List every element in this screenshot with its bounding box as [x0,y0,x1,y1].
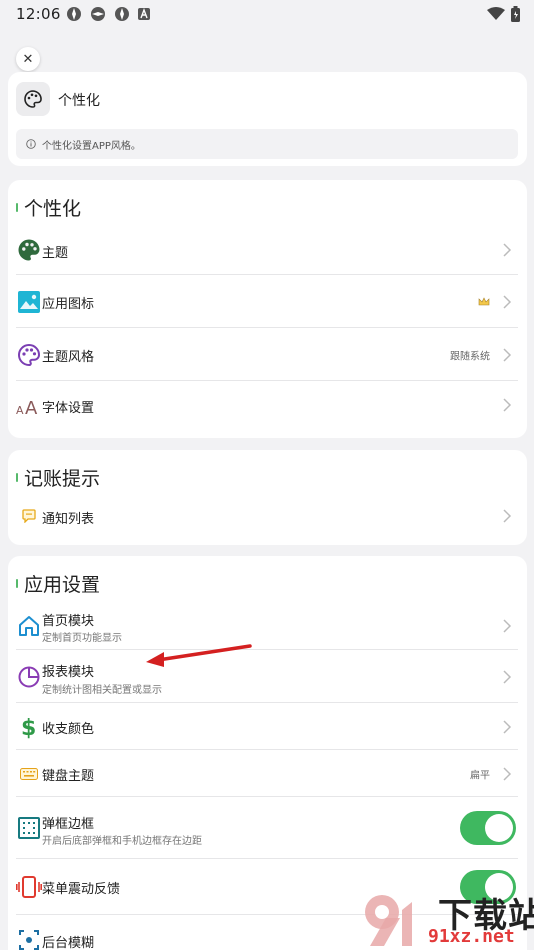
app-notification-icon [67,7,81,21]
section-title: 记账提示 [16,464,100,491]
row-label: 字体设置 [42,401,95,416]
svg-text:$: $ [21,716,36,740]
settings-row-notification-list[interactable]: 通知列表 [16,496,518,536]
chevron-right-icon [503,619,512,633]
description-text: 个性化设置APP风格。 [42,140,141,152]
annotation-arrow [146,644,252,667]
row-subtitle: 定制统计图相关配置或显示 [42,685,162,696]
row-subtitle: 开启后底部弹框和手机边框存在边距 [42,836,202,847]
row-label: 首页模块 [42,614,95,629]
app-notification-icon [115,7,129,21]
palette-outline-icon [16,342,42,368]
image-icon [16,289,42,315]
chevron-right-icon [503,766,512,781]
section-title: 个性化 [16,194,81,221]
settings-row-font[interactable]: AA 字体设置 [16,381,518,429]
settings-row-home-module[interactable]: 首页模块 定制首页功能显示 [16,602,518,650]
chevron-right-icon [503,294,512,309]
dialog-border-toggle[interactable] [460,811,516,845]
app-notification-icon [91,7,105,21]
header-card: 个性化 个性化设置APP风格。 [8,72,527,166]
a-notification-icon [138,8,150,20]
palette-icon [16,237,42,263]
chevron-right-icon [503,669,512,684]
row-label: 报表模块 [42,665,95,680]
close-button[interactable]: ✕ [16,47,40,71]
vibration-icon [16,874,42,900]
page-title: 个性化 [58,93,100,109]
svg-text:A: A [16,404,24,416]
chevron-right-icon [503,398,512,412]
chevron-right-icon [503,509,512,523]
row-label: 菜单震动反馈 [42,882,121,897]
font-size-icon: AA [16,392,42,418]
status-time: 12:06 [16,5,61,23]
frame-icon [16,815,42,841]
watermark-domain: 91xz.net [428,926,515,947]
settings-row-app-icon[interactable]: 应用图标 [16,275,518,328]
row-label: 主题风格 [42,350,95,365]
keyboard-icon [16,761,42,787]
settings-row-theme-style[interactable]: 主题风格 跟随系统 [16,328,518,381]
row-label: 后台模糊 [42,936,95,950]
notification-icons [66,6,150,22]
svg-text:A: A [25,398,38,416]
row-label: 主题 [42,246,69,261]
blur-icon [16,927,42,950]
personalize-card: 个性化 主题 应用图标 主题风格 跟随系统 AA 字体设置 [8,180,527,438]
chat-icon [16,503,42,529]
settings-row-theme[interactable]: 主题 [16,225,518,275]
settings-row-keyboard-theme[interactable]: 键盘主题 扁平 [16,750,518,797]
description-box: 个性化设置APP风格。 [16,129,518,159]
row-label: 键盘主题 [42,769,95,784]
chevron-right-icon [503,719,512,734]
status-bar: 12:06 [0,0,534,30]
row-subtitle: 定制首页功能显示 [42,633,122,644]
row-label: 通知列表 [42,512,95,527]
row-label: 弹框边框 [42,817,95,832]
chevron-right-icon [503,347,512,362]
row-label: 应用图标 [42,297,95,312]
home-icon [16,613,42,639]
settings-row-report-module[interactable]: 报表模块 定制统计图相关配置或显示 [16,650,518,703]
pie-chart-icon [16,664,42,690]
row-value: 扁平 [470,770,490,781]
palette-icon [16,82,50,116]
row-value: 跟随系统 [450,351,490,362]
crown-icon [478,296,490,305]
settings-row-income-color[interactable]: $ 收支颜色 [16,703,518,750]
chevron-right-icon [503,243,512,257]
close-icon: ✕ [22,51,34,67]
reminder-card: 记账提示 通知列表 [8,450,527,545]
info-icon [26,139,36,149]
battery-icon [511,6,520,22]
settings-row-dialog-border: 弹框边框 开启后底部弹框和手机边框存在边距 [16,797,518,859]
row-label: 收支颜色 [42,722,95,737]
watermark-logo: 下载站 91xz.net [360,888,534,950]
section-title: 应用设置 [16,570,100,597]
dollar-icon: $ [16,714,42,740]
wifi-icon [487,7,505,20]
